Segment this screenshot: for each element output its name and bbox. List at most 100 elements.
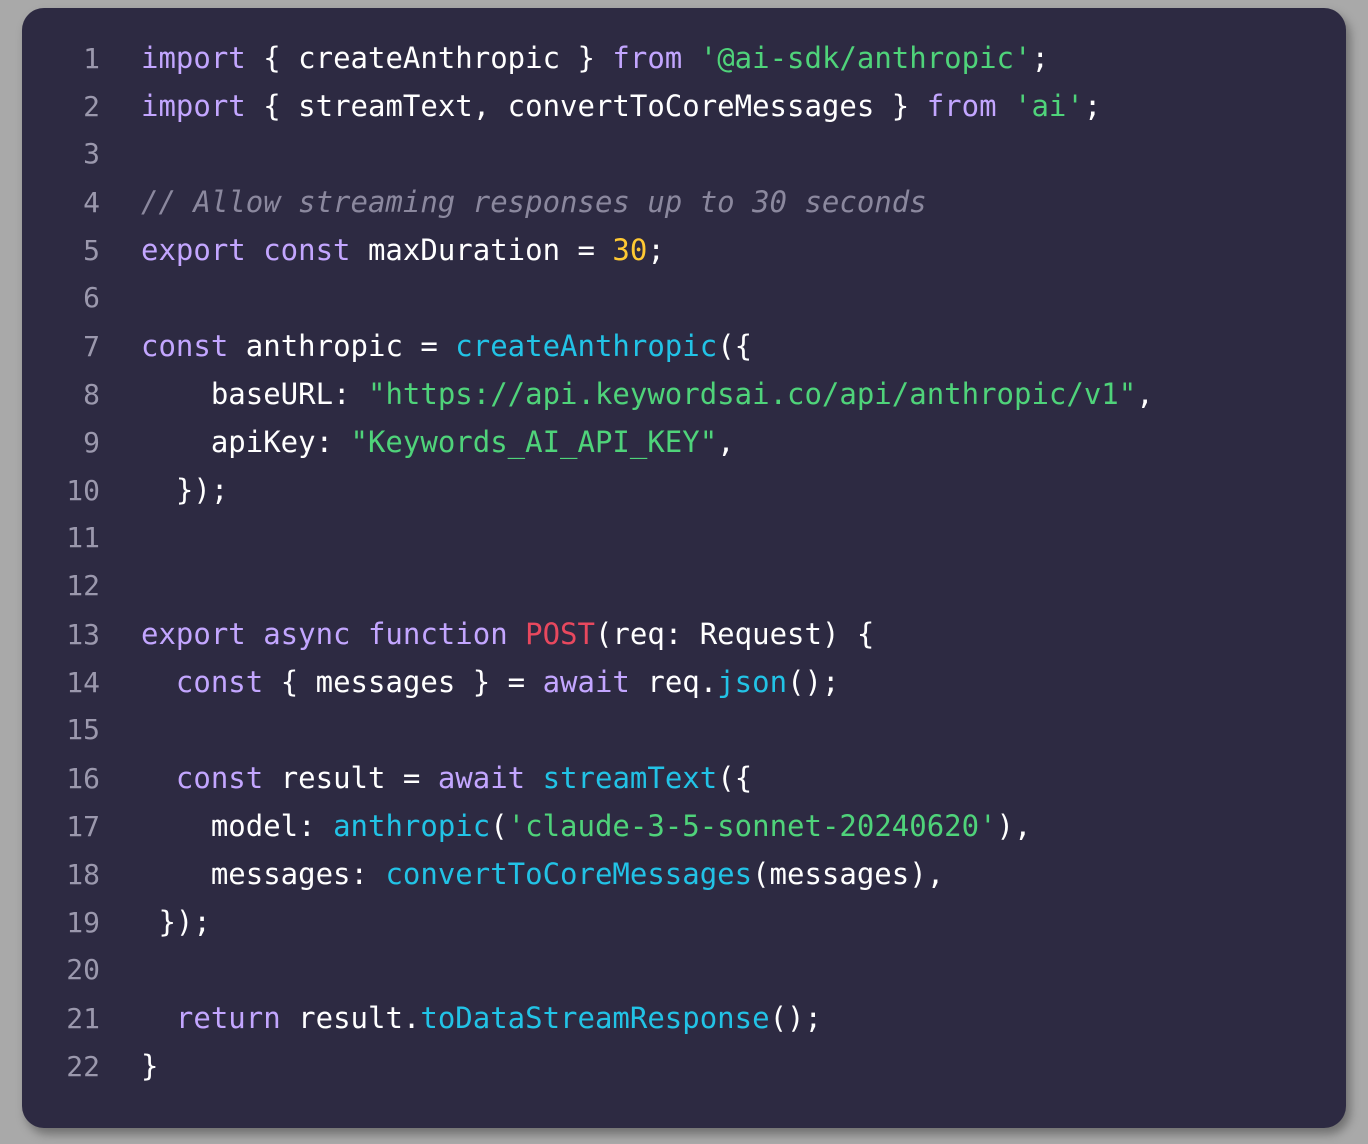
line-content[interactable]: return result.toDataStreamResponse(); <box>100 994 822 1042</box>
line-content[interactable]: baseURL: "https://api.keywordsai.co/api/… <box>100 370 1154 418</box>
line-number: 16 <box>66 762 100 795</box>
code-token-plain: (); <box>787 665 840 699</box>
line-number: 8 <box>83 378 100 411</box>
code-token-plain: model: <box>141 809 334 843</box>
line-content[interactable]: } <box>100 1042 158 1090</box>
code-line[interactable]: 22} <box>22 1042 1346 1090</box>
code-token-str: "https://api.keywordsai.co/api/anthropic… <box>367 377 1137 411</box>
line-content[interactable]: import { streamText, convertToCoreMessag… <box>100 82 1101 130</box>
code-token-plain: ({ <box>717 761 753 795</box>
code-line[interactable]: 12 <box>22 562 1346 610</box>
line-number: 2 <box>83 90 100 123</box>
code-token-plain: anthropic = <box>228 329 456 363</box>
code-line[interactable]: 6 <box>22 274 1346 322</box>
code-token-kw: export async function <box>141 617 508 651</box>
code-line[interactable]: 2 import { streamText, convertToCoreMessa… <box>22 82 1346 130</box>
code-line[interactable]: 8 baseURL: "https://api.keywordsai.co/ap… <box>22 370 1346 418</box>
line-content[interactable]: // Allow streaming responses up to 30 se… <box>100 178 927 226</box>
line-number: 17 <box>66 810 100 843</box>
code-line[interactable]: 16 const result = await streamText({ <box>22 754 1346 802</box>
code-token-kw: from <box>926 89 997 123</box>
line-content[interactable]: const result = await streamText({ <box>100 754 752 802</box>
code-token-kw: await <box>437 761 526 795</box>
code-line[interactable]: 3 <box>22 130 1346 178</box>
code-token-kw: return <box>175 1001 281 1035</box>
code-token-plain: result. <box>280 1001 421 1035</box>
code-token-plain: }); <box>141 473 229 507</box>
line-number: 1 <box>83 42 100 75</box>
code-token-plain: (messages), <box>752 857 945 891</box>
line-content[interactable]: export async function POST(req: Request)… <box>100 610 874 658</box>
line-number: 13 <box>66 618 100 651</box>
code-token-plain: ; <box>1083 89 1102 123</box>
code-token-plain: { streamText, convertToCoreMessages } <box>245 89 927 123</box>
code-token-plain: apiKey: <box>141 425 351 459</box>
code-token-fn: createAnthropic <box>455 329 718 363</box>
code-token-plain: , <box>717 425 735 459</box>
code-token-plain: (req: Request) { <box>594 617 875 651</box>
code-token-plain: { messages } = <box>263 665 543 699</box>
code-lines-container: 1 import { createAnthropic } from '@ai-sd… <box>22 34 1346 1090</box>
code-line[interactable]: 14 const { messages } = await req.json()… <box>22 658 1346 706</box>
code-token-plain: (); <box>769 1001 822 1035</box>
line-content[interactable]: messages: convertToCoreMessages(messages… <box>100 850 944 898</box>
line-content[interactable]: }); <box>100 898 211 946</box>
line-content[interactable]: const anthropic = createAnthropic({ <box>100 322 752 370</box>
code-token-fn: json <box>717 665 788 699</box>
line-number: 12 <box>66 569 100 602</box>
code-line[interactable]: 17 model: anthropic('claude-3-5-sonnet-2… <box>22 802 1346 850</box>
code-token-kw: const <box>175 761 264 795</box>
code-token-plain: ; <box>647 233 665 267</box>
line-number: 10 <box>66 474 100 507</box>
code-line[interactable]: 15 <box>22 706 1346 754</box>
code-line[interactable]: 4 // Allow streaming responses up to 30 s… <box>22 178 1346 226</box>
line-number: 19 <box>66 906 100 939</box>
code-token-str: "Keywords_AI_API_KEY" <box>350 425 718 459</box>
code-token-kw: from <box>612 41 683 75</box>
code-token-plain: }); <box>141 905 211 939</box>
line-content[interactable]: model: anthropic('claude-3-5-sonnet-2024… <box>100 802 1032 850</box>
code-line[interactable]: 20 <box>22 946 1346 994</box>
line-content[interactable]: import { createAnthropic } from '@ai-sdk… <box>100 34 1049 82</box>
code-line[interactable]: 5 export const maxDuration = 30; <box>22 226 1346 274</box>
line-number: 7 <box>83 330 100 363</box>
code-line[interactable]: 7 const anthropic = createAnthropic({ <box>22 322 1346 370</box>
code-token-kw: const <box>141 329 229 363</box>
line-number: 3 <box>83 137 100 170</box>
code-line[interactable]: 19 }); <box>22 898 1346 946</box>
line-content[interactable]: }); <box>100 466 228 514</box>
code-token-com: // Allow streaming responses up to 30 se… <box>141 185 927 219</box>
code-token-fn: anthropic <box>333 809 491 843</box>
line-content[interactable]: export const maxDuration = 30; <box>100 226 665 274</box>
code-token-plain: ; <box>1031 41 1049 75</box>
line-number: 11 <box>66 521 100 554</box>
code-line[interactable]: 21 return result.toDataStreamResponse(); <box>22 994 1346 1042</box>
line-number: 6 <box>83 281 100 314</box>
line-number: 18 <box>66 858 100 891</box>
code-token-post: POST <box>525 617 595 651</box>
code-token-plain: ({ <box>717 329 753 363</box>
code-token-plain: ( <box>490 809 508 843</box>
line-number: 20 <box>66 953 100 986</box>
line-number: 15 <box>66 713 100 746</box>
code-token-plain: messages: <box>141 857 386 891</box>
code-line[interactable]: 10 }); <box>22 466 1346 514</box>
code-token-plain: req. <box>629 665 718 699</box>
code-token-plain: ), <box>996 809 1032 843</box>
code-line[interactable]: 13 export async function POST(req: Reques… <box>22 610 1346 658</box>
code-token-str: 'ai' <box>1014 89 1084 123</box>
code-token-str: '@ai-sdk/anthropic' <box>699 41 1032 75</box>
code-line[interactable]: 18 messages: convertToCoreMessages(messa… <box>22 850 1346 898</box>
code-token-plain: { createAnthropic } <box>245 41 613 75</box>
line-number: 9 <box>83 426 100 459</box>
code-line[interactable]: 9 apiKey: "Keywords_AI_API_KEY", <box>22 418 1346 466</box>
line-content[interactable]: apiKey: "Keywords_AI_API_KEY", <box>100 418 735 466</box>
line-content[interactable]: const { messages } = await req.json(); <box>100 658 840 706</box>
code-line[interactable]: 1 import { createAnthropic } from '@ai-sd… <box>22 34 1346 82</box>
code-line[interactable]: 11 <box>22 514 1346 562</box>
